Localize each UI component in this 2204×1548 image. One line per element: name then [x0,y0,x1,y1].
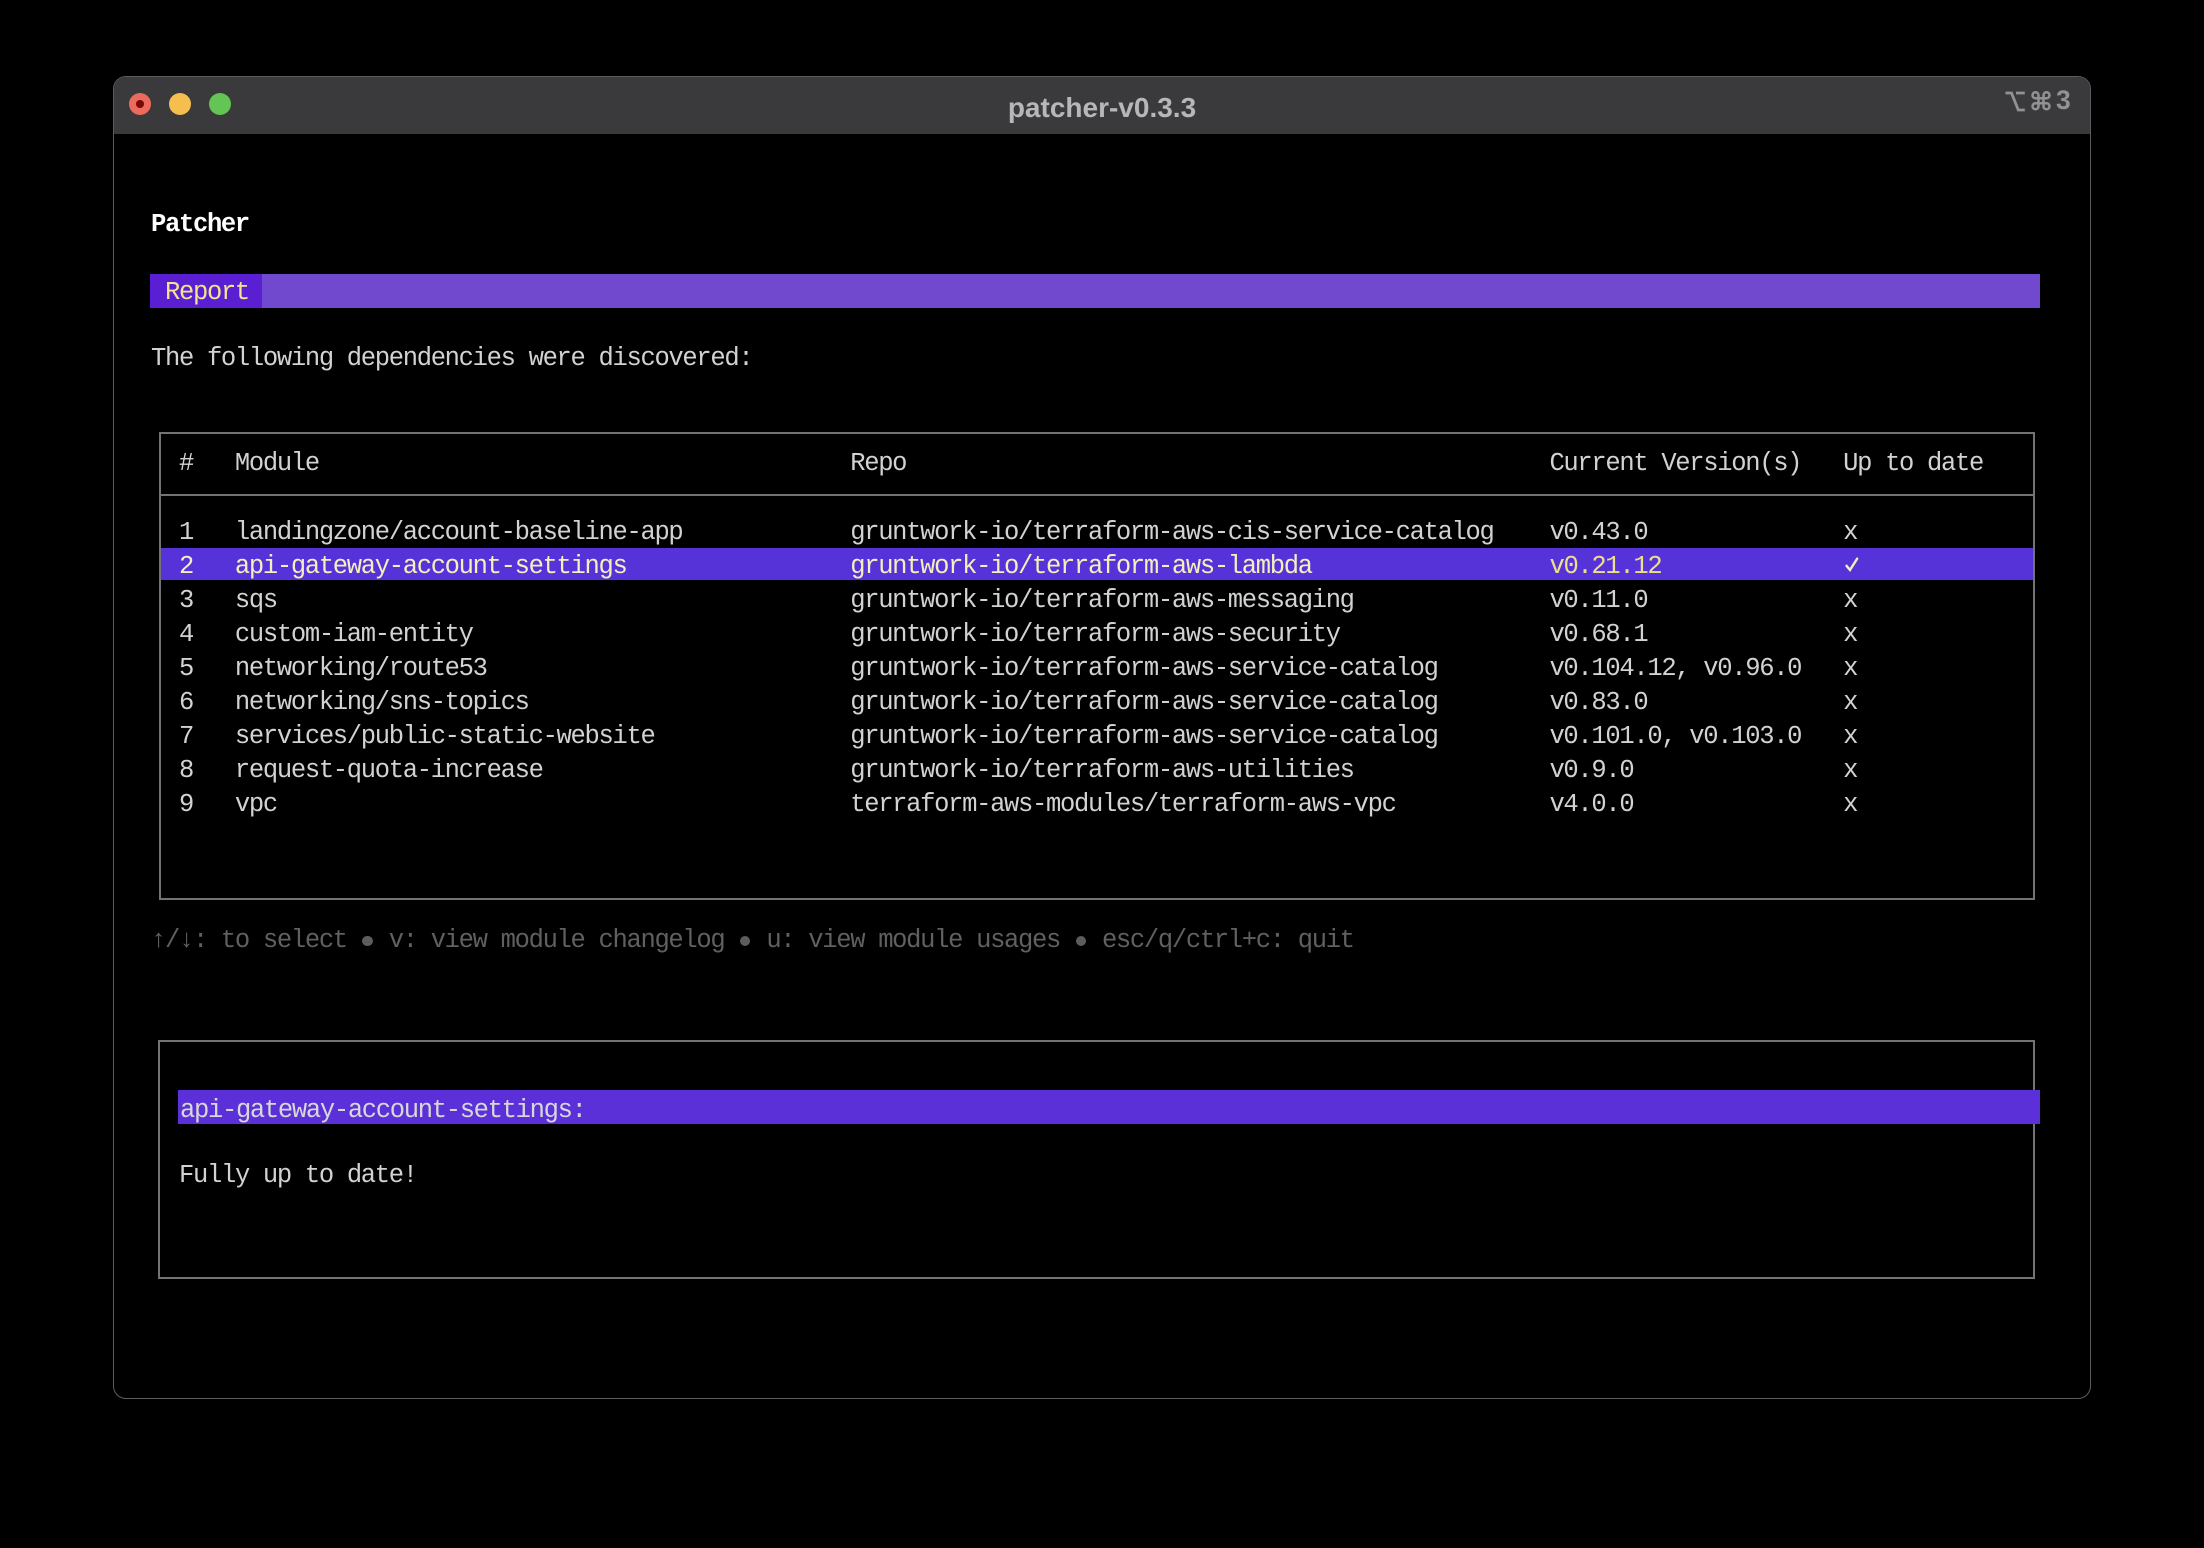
svg-text:3: 3 [2056,88,2071,115]
